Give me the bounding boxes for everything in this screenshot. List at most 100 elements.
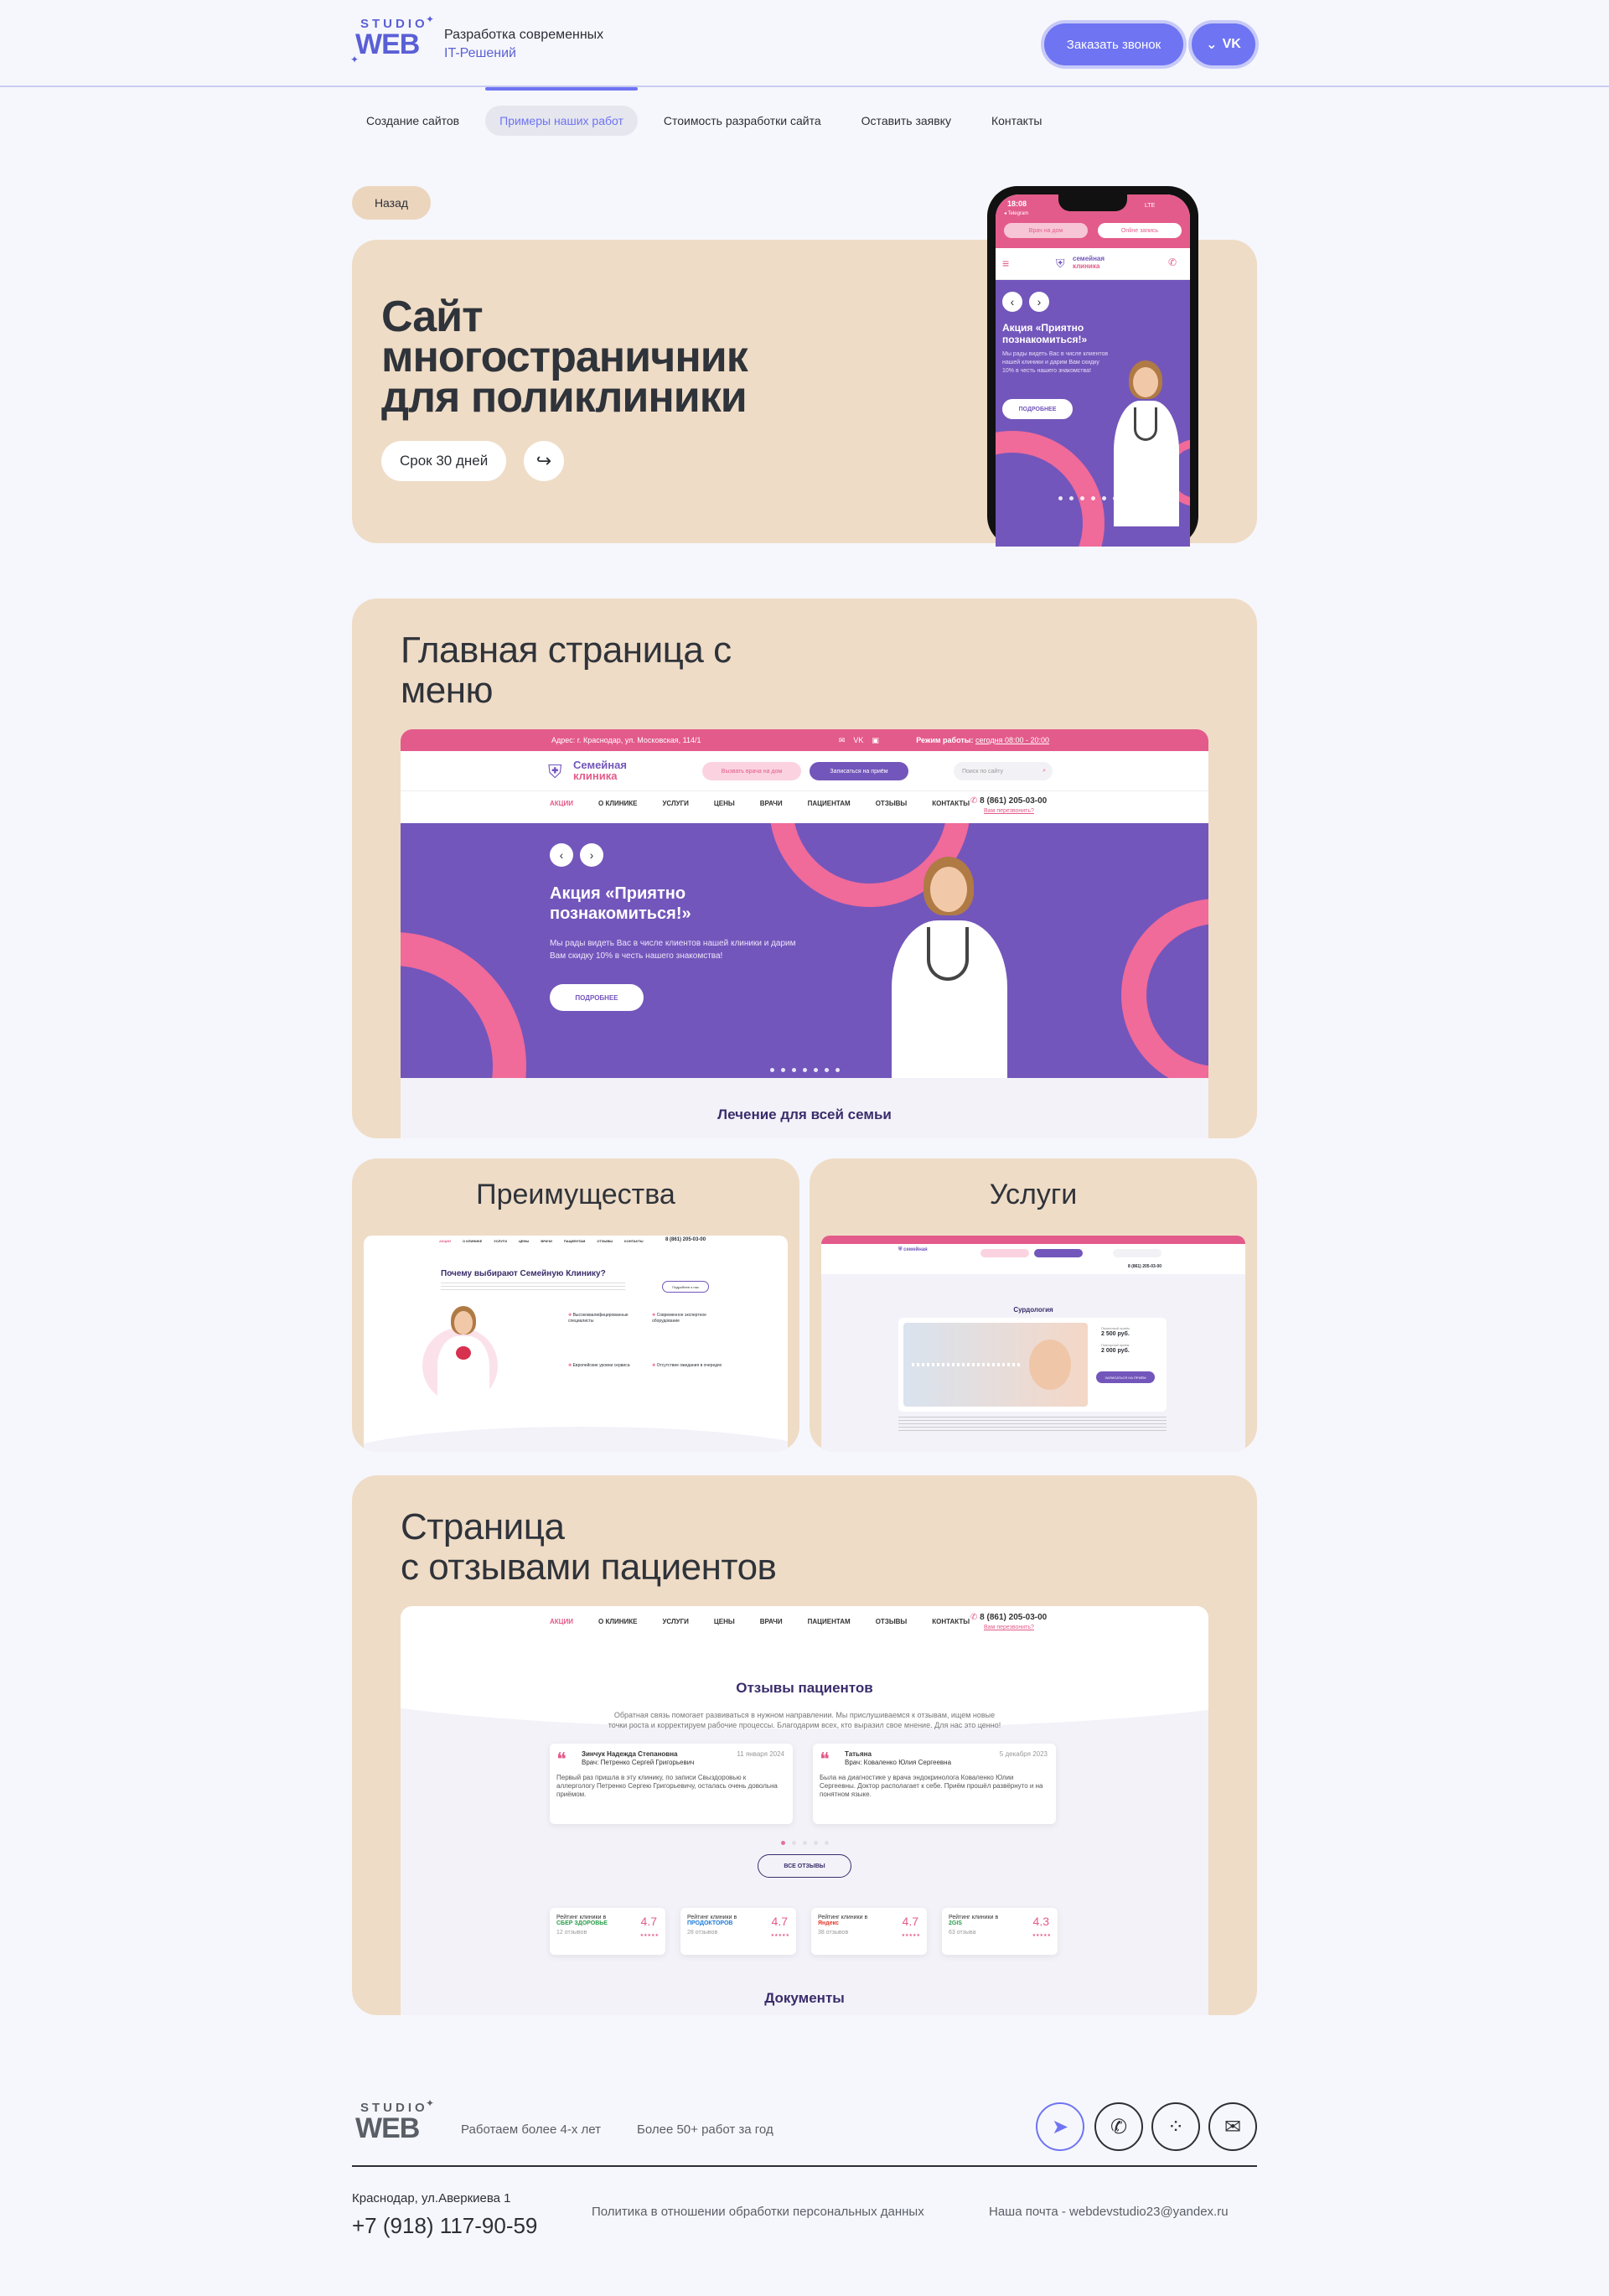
doctor-image <box>434 1306 493 1415</box>
all-reviews-button[interactable]: ВСЕ ОТЗЫВЫ <box>758 1854 851 1878</box>
hamburger-icon[interactable]: ≡ <box>1002 257 1009 270</box>
reviews-menu-item[interactable]: КОНТАКТЫ <box>932 1618 970 1625</box>
promo-text-line: Вам скидку 10% в честь нашего знакомства… <box>550 951 723 961</box>
clinic-search-input[interactable]: Поиск по сайту ⌕ <box>954 762 1053 780</box>
sparkle-icon: ✦ <box>350 54 360 65</box>
advantages-screenshot: АКЦИИ О КЛИНИКЕ УСЛУГИ ЦЕНЫ ВРАЧИ ПАЦИЕНТАМ ОТ… <box>364 1236 788 1452</box>
hero-title-line: многостраничник <box>381 333 748 381</box>
clinic-menu-item[interactable]: АКЦИИ <box>550 800 573 807</box>
main-page-title-line: меню <box>401 670 494 711</box>
clinic-phone[interactable]: ✆ 8 (861) 205-03-00 <box>970 796 1047 806</box>
reviews-phone[interactable]: ✆ 8 (861) 205-03-00 <box>970 1613 1047 1622</box>
rating-stars: ★★★★★ <box>639 1933 659 1938</box>
clinic-logo[interactable]: Семейная клиника <box>573 759 627 781</box>
reviews-callback-link[interactable]: Вам перезвонить? <box>984 1625 1034 1630</box>
book-appointment-button[interactable]: Записаться на приём <box>810 762 908 780</box>
service-card: Первичный приём 2 500 руб. Повторный при… <box>898 1318 1167 1412</box>
footer-email[interactable]: Наша почта - webdevstudio23@yandex.ru <box>989 2205 1229 2219</box>
reviews-screenshot: АКЦИИ О КЛИНИКЕ УСЛУГИ ЦЕНЫ ВРАЧИ ПАЦИЕН… <box>401 1606 1208 2015</box>
services-book-button[interactable]: ЗАПИСАТЬСЯ НА ПРИЁМ <box>1096 1371 1155 1383</box>
clinic-menu: АКЦИИ О КЛИНИКЕ УСЛУГИ ЦЕНЫ ВРАЧИ ПАЦИЕН… <box>550 800 995 807</box>
services-purple-button[interactable] <box>1034 1249 1083 1257</box>
sparkle-icon: ✦ <box>426 2097 435 2109</box>
reviews-menu-item[interactable]: О КЛИНИКЕ <box>598 1618 637 1625</box>
nav-item-contacts[interactable]: Контакты <box>977 106 1056 136</box>
reviews-menu-item[interactable]: ЦЕНЫ <box>714 1618 735 1625</box>
doctor-image <box>887 857 1012 1078</box>
services-header: ⛨ семейная <box>821 1244 1245 1262</box>
clinic-social-icons: ✉ VK ▣ <box>838 735 879 744</box>
rating-score: 4.7 <box>902 1915 918 1928</box>
phone-promo-title: Акция «Приятно познакомиться!» <box>1002 322 1088 345</box>
review-author: Зинчук Надежда Степановна <box>582 1750 678 1758</box>
phone-promo-button[interactable]: ПОДРОБНЕЕ <box>1002 399 1073 419</box>
clinic-promo-text: Мы рады видеть Вас в числе клиентов наше… <box>550 937 796 962</box>
order-call-button[interactable]: Заказать звонок <box>1044 23 1183 65</box>
term-badge: Срок 30 дней <box>381 441 507 481</box>
clinic-menu-item[interactable]: КОНТАКТЫ <box>932 800 970 807</box>
telegram-icon[interactable]: ➤ <box>1036 2102 1084 2151</box>
vk-button[interactable]: ⌄ VK <box>1192 23 1255 65</box>
clinic-menu-item[interactable]: ВРАЧИ <box>760 800 783 807</box>
nav-item-pricing[interactable]: Стоимость разработки сайта <box>649 106 836 136</box>
clinic-topbar: Адрес: г. Краснодар, ул. Московская, 114… <box>401 729 1208 751</box>
rating-card: Рейтинг клиники в Яндекс 38 отзывов 4.7 … <box>811 1908 927 1955</box>
clinic-menu-item[interactable]: ЦЕНЫ <box>714 800 735 807</box>
next-arrow-icon[interactable]: › <box>1029 292 1049 312</box>
main-page-title: Главная страница с меню <box>401 630 732 711</box>
share-button[interactable]: ↪ <box>524 441 564 481</box>
reviews-menu-item[interactable]: ВРАЧИ <box>760 1618 783 1625</box>
clinic-menu-item[interactable]: УСЛУГИ <box>662 800 688 807</box>
footer-divider <box>352 2165 1257 2167</box>
prev-arrow-icon[interactable]: ‹ <box>550 843 573 867</box>
reviews-menu-item[interactable]: ОТЗЫВЫ <box>876 1618 908 1625</box>
nav-item-site-creation[interactable]: Создание сайтов <box>352 106 473 136</box>
carousel-dots[interactable] <box>996 490 1190 505</box>
clinic-header: ⛨ Семейная клиника Вызвать врача на дом З… <box>401 751 1208 791</box>
clinic-menu-item[interactable]: О КЛИНИКЕ <box>598 800 637 807</box>
services-search-input[interactable] <box>1113 1249 1161 1257</box>
family-heading: Лечение для всей семьи <box>717 1107 892 1122</box>
reviews-carousel-dots[interactable] <box>401 1834 1208 1849</box>
phone-promo-text: Мы рады видеть Вас в числе клиентов наше… <box>1002 351 1109 374</box>
carousel-dots[interactable] <box>401 1061 1208 1076</box>
phone-time: 18:08 <box>1007 200 1027 208</box>
clinic-menu-item[interactable]: ОТЗЫВЫ <box>876 800 908 807</box>
sound-wave <box>912 1363 1021 1366</box>
about-us-button[interactable]: Подробнее о нас <box>662 1281 709 1293</box>
nav-item-portfolio[interactable]: Примеры наших работ <box>485 87 638 136</box>
phone-icon[interactable]: ✆ <box>1168 257 1177 268</box>
main-page-screenshot: Адрес: г. Краснодар, ул. Московская, 114… <box>401 729 1208 1138</box>
hero-title-line: для поликлиники <box>381 373 748 422</box>
privacy-policy-link[interactable]: Политика в отношении обработки персональ… <box>592 2205 924 2219</box>
mail-icon[interactable]: ✉ <box>1208 2102 1257 2151</box>
apps-icon[interactable]: ⁘ <box>1151 2102 1200 2151</box>
phone-online-booking-button[interactable]: Online запись <box>1098 223 1182 238</box>
ear-shape <box>1029 1340 1071 1390</box>
callback-link[interactable]: Вам перезвонить? <box>984 808 1034 814</box>
reviews-menu-item[interactable]: УСЛУГИ <box>662 1618 688 1625</box>
reviews-menu-item[interactable]: ПАЦИЕНТАМ <box>808 1618 851 1625</box>
rating-card: Рейтинг клиники в СБЕР ЗДОРОВЬЕ 12 отзыв… <box>550 1908 665 1955</box>
studio-web-logo[interactable]: STUDIO WEB ✦ ✦ <box>350 13 436 69</box>
advantage-label: Высококвалифицированные специалисты <box>568 1313 629 1324</box>
footer-phone[interactable]: +7 (918) 117-90-59 <box>352 2213 537 2239</box>
clinic-family-section: Лечение для всей семьи <box>401 1078 1208 1138</box>
nav-item-request[interactable]: Оставить заявку <box>847 106 965 136</box>
back-button[interactable]: Назад <box>352 186 431 220</box>
call-doctor-home-button[interactable]: Вызвать врача на дом <box>702 762 801 780</box>
footer-logo[interactable]: STUDIO WEB ✦ <box>352 2097 436 2153</box>
advantage-label: Современное экспертное оборудование <box>652 1313 706 1324</box>
clinic-promo-button[interactable]: ПОДРОБНЕЕ <box>550 984 644 1011</box>
clinic-hours-link[interactable]: сегодня 08:00 - 20:00 <box>975 736 1049 744</box>
reviews-menu-item[interactable]: АКЦИИ <box>550 1618 573 1625</box>
services-heading: Сурдология <box>1013 1306 1053 1314</box>
decor-ring <box>1121 899 1208 1078</box>
next-arrow-icon[interactable]: › <box>580 843 603 867</box>
phone-home-doctor-button[interactable]: Врач на дом <box>1004 223 1088 238</box>
services-pink-button[interactable] <box>980 1249 1029 1257</box>
prev-arrow-icon[interactable]: ‹ <box>1002 292 1022 312</box>
clinic-menu-item[interactable]: ПАЦИЕНТАМ <box>808 800 851 807</box>
whatsapp-icon[interactable]: ✆ <box>1094 2102 1143 2151</box>
share-arrow-icon: ↪ <box>535 450 552 471</box>
